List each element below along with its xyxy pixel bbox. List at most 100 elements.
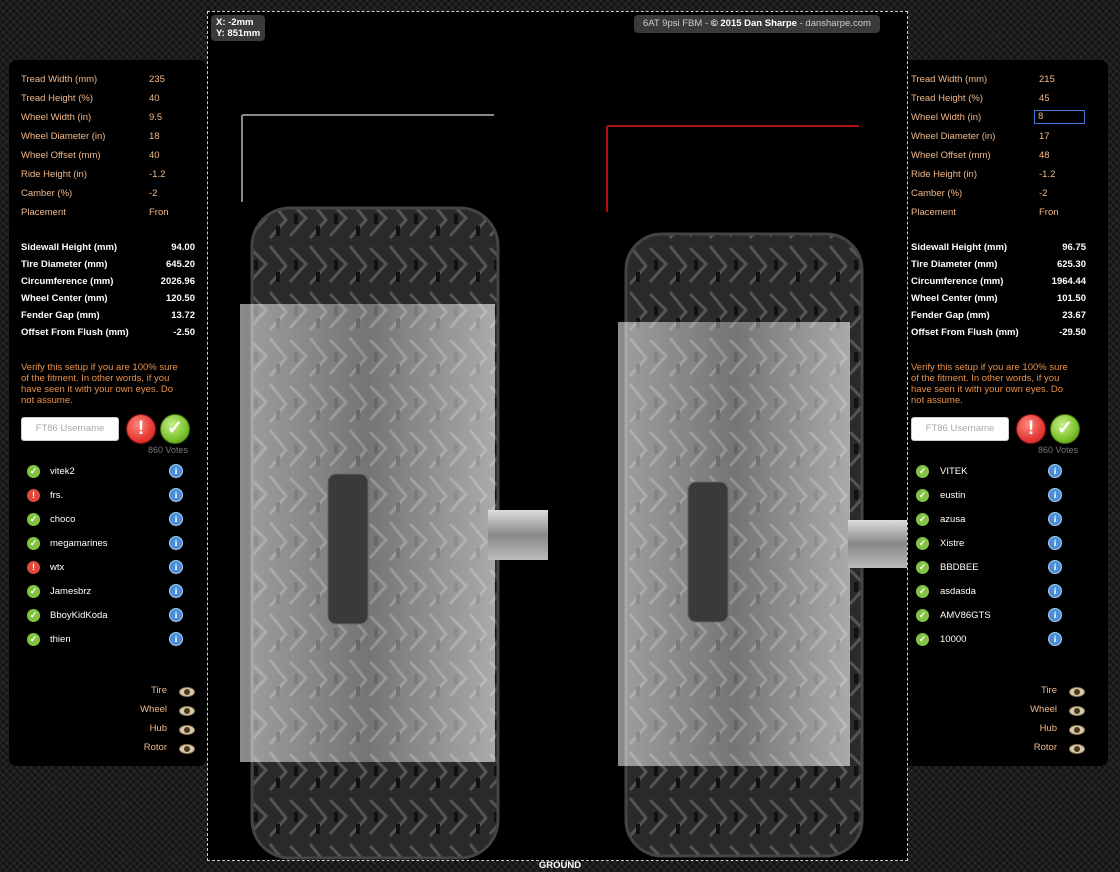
eye-icon[interactable] (179, 744, 195, 754)
list-item: vitek2 (50, 466, 75, 477)
wheel-diameter-label: Wheel Diameter (in) (911, 131, 996, 142)
right-wheel-barrel (618, 322, 850, 766)
reject-button[interactable]: ! (1016, 414, 1046, 444)
list-item: thien (50, 634, 71, 645)
eye-icon[interactable] (179, 687, 195, 697)
right-hub (687, 481, 729, 623)
info-icon[interactable]: i (169, 608, 183, 622)
eye-icon[interactable] (1069, 725, 1085, 735)
fender-gap-value: 13.72 (171, 310, 195, 321)
tread-height-input[interactable]: 45 (1039, 93, 1050, 104)
layer-rotor-label: Rotor (1033, 742, 1057, 753)
layer-tire-label: Tire (1040, 685, 1057, 696)
credit-badge: 6AT 9psi FBM - © 2015 Dan Sharpe - dansh… (634, 15, 880, 33)
exclamation-icon: ! (137, 418, 145, 439)
tire-diameter-value: 625.30 (1056, 259, 1086, 270)
info-icon[interactable]: i (169, 560, 183, 574)
cursor-coordinates: X: -2mm Y: 851mm (211, 15, 266, 41)
list-item: BBDBEE (940, 562, 979, 573)
tread-width-input[interactable]: 215 (1039, 74, 1055, 85)
check-icon: ✓ (167, 418, 183, 439)
vote-count: 860 Votes (148, 445, 189, 455)
wheel-center-value: 101.50 (1056, 293, 1086, 304)
ride-height-input[interactable]: -1.2 (1039, 169, 1055, 180)
right-settings-panel: Tread Width (mm) 215 Tread Height (%) 45… (898, 60, 1108, 766)
info-icon[interactable]: i (1048, 512, 1062, 526)
verified-icon: ✓ (916, 609, 929, 622)
verify-button[interactable]: ✓ (160, 414, 190, 444)
layer-hub-label: Hub (1039, 723, 1057, 734)
right-tire (618, 232, 908, 858)
list-item: asdasda (940, 586, 976, 597)
wheel-diameter-input[interactable]: 17 (1039, 131, 1050, 142)
tread-height-input[interactable]: 40 (149, 93, 160, 104)
verified-icon: ✓ (27, 633, 40, 646)
tread-width-label: Tread Width (mm) (21, 74, 98, 85)
tread-height-label: Tread Height (%) (21, 93, 93, 104)
list-item: choco (50, 514, 76, 525)
ride-height-input[interactable]: -1.2 (149, 169, 165, 180)
vote-count: 860 Votes (1038, 445, 1079, 455)
verified-icon: ✓ (916, 465, 929, 478)
wheel-width-input[interactable]: 9.5 (149, 112, 162, 123)
info-icon[interactable]: i (169, 512, 183, 526)
info-icon[interactable]: i (169, 632, 183, 646)
tread-width-input[interactable]: 235 (149, 74, 165, 85)
list-item: AMV86GTS (940, 610, 991, 621)
fender-gap-label: Fender Gap (mm) (21, 310, 100, 321)
info-icon[interactable]: i (1048, 632, 1062, 646)
placement-select[interactable]: Fron (149, 207, 169, 218)
info-icon[interactable]: i (1048, 536, 1062, 550)
list-item: megamarines (50, 538, 108, 549)
layer-wheel-label: Wheel (1030, 704, 1057, 715)
info-icon[interactable]: i (169, 584, 183, 598)
info-icon[interactable]: i (1048, 488, 1062, 502)
tread-width-label: Tread Width (mm) (911, 74, 988, 85)
eye-icon[interactable] (179, 725, 195, 735)
placement-select[interactable]: Fron (1039, 207, 1059, 218)
rejected-icon: ! (27, 489, 40, 502)
reject-button[interactable]: ! (126, 414, 156, 444)
list-item: BboyKidKoda (50, 610, 108, 621)
verify-button[interactable]: ✓ (1050, 414, 1080, 444)
fender-gap-label: Fender Gap (mm) (911, 310, 990, 321)
verified-icon: ✓ (27, 585, 40, 598)
wheel-offset-input[interactable]: 48 (1039, 150, 1050, 161)
tire-diameter-label: Tire Diameter (mm) (911, 259, 998, 270)
fitment-viewport[interactable] (207, 11, 908, 861)
list-item: Xistre (940, 538, 965, 549)
verified-icon: ✓ (916, 585, 929, 598)
info-icon[interactable]: i (1048, 584, 1062, 598)
info-icon[interactable]: i (1048, 464, 1062, 478)
wheel-center-label: Wheel Center (mm) (21, 293, 108, 304)
rejected-icon: ! (27, 561, 40, 574)
wheel-width-input[interactable]: 8 (1034, 110, 1085, 124)
username-input[interactable]: FT86 Username (21, 417, 119, 441)
info-icon[interactable]: i (169, 488, 183, 502)
left-tire (240, 206, 548, 860)
tire-diameter-label: Tire Diameter (mm) (21, 259, 108, 270)
list-item: Jamesbrz (50, 586, 92, 597)
eye-icon[interactable] (179, 706, 195, 716)
list-item: azusa (940, 514, 966, 525)
ride-height-label: Ride Height (in) (911, 169, 977, 180)
layer-tire-label: Tire (150, 685, 167, 696)
eye-icon[interactable] (1069, 706, 1085, 716)
left-axle (488, 510, 548, 560)
info-icon[interactable]: i (1048, 560, 1062, 574)
verified-icon: ✓ (916, 537, 929, 550)
wheel-diameter-input[interactable]: 18 (149, 131, 160, 142)
camber-input[interactable]: -2 (149, 188, 157, 199)
sidewall-height-value: 94.00 (171, 242, 195, 253)
eye-icon[interactable] (1069, 687, 1085, 697)
wheel-diameter-label: Wheel Diameter (in) (21, 131, 106, 142)
wheel-offset-label: Wheel Offset (mm) (21, 150, 101, 161)
eye-icon[interactable] (1069, 744, 1085, 754)
info-icon[interactable]: i (169, 464, 183, 478)
camber-input[interactable]: -2 (1039, 188, 1047, 199)
username-input[interactable]: FT86 Username (911, 417, 1009, 441)
camber-label: Camber (%) (911, 188, 963, 199)
wheel-offset-input[interactable]: 40 (149, 150, 160, 161)
info-icon[interactable]: i (169, 536, 183, 550)
info-icon[interactable]: i (1048, 608, 1062, 622)
